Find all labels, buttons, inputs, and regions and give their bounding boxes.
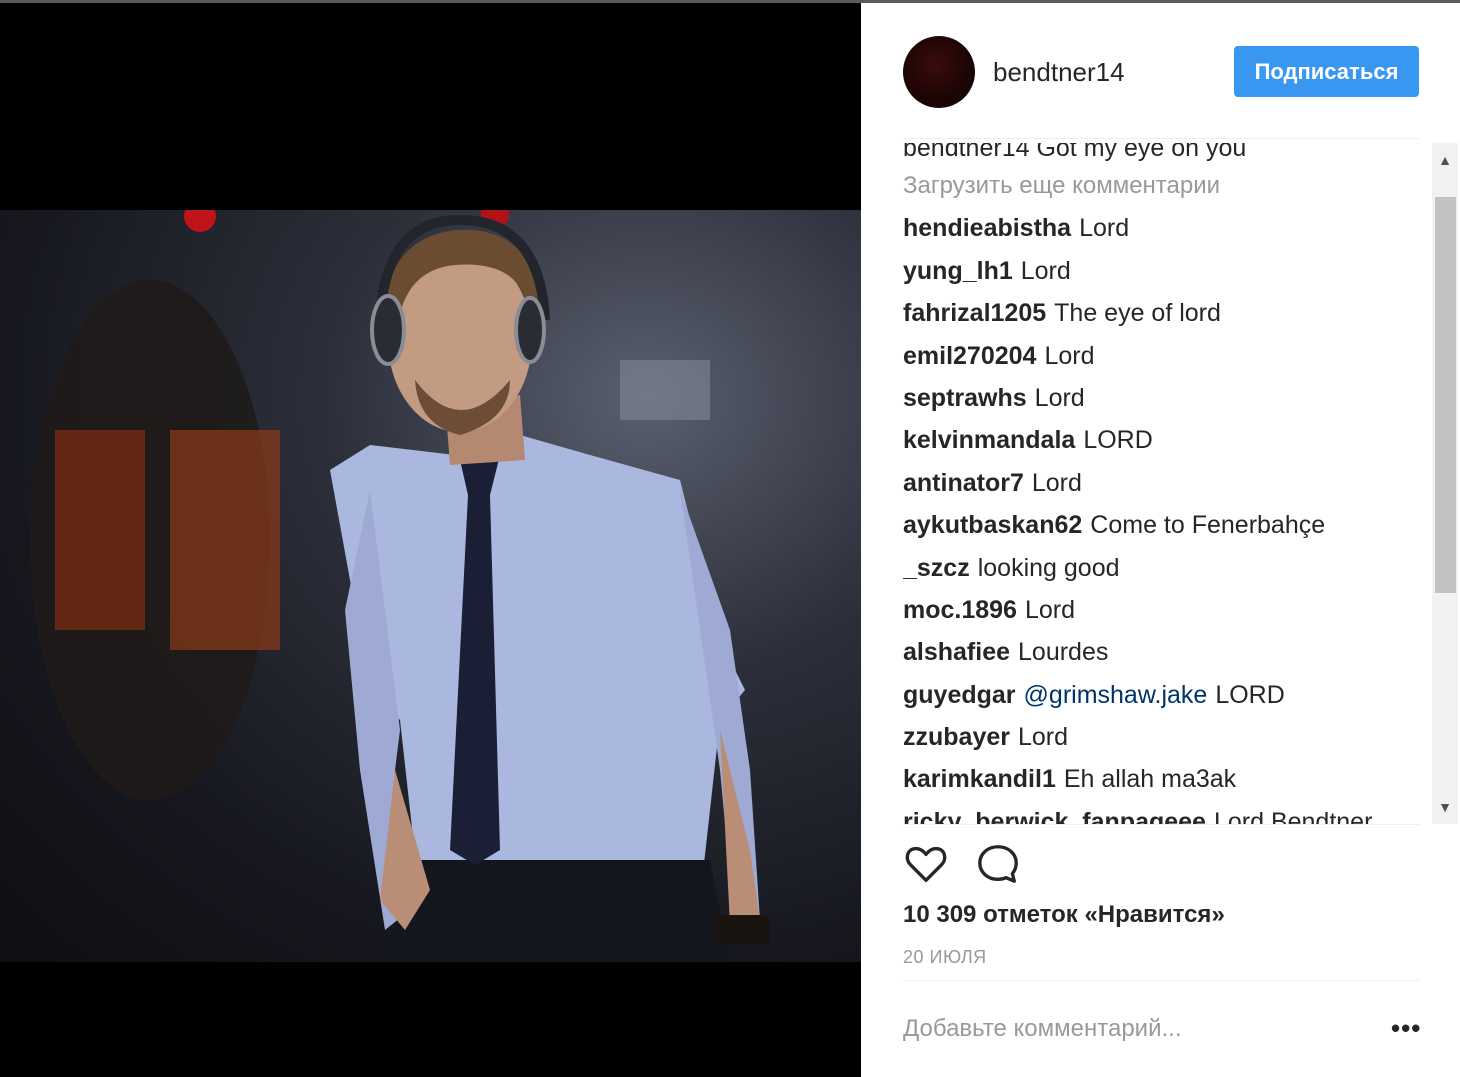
comment-row: zzubayer Lord (903, 716, 1423, 758)
comment-row: moc.1896 Lord (903, 589, 1423, 631)
post-header: bendtner14 Подписаться (861, 3, 1460, 138)
comment-username[interactable]: fahrizal1205 (903, 299, 1046, 327)
comment-text: Lord (1017, 723, 1069, 752)
avatar[interactable] (903, 36, 975, 108)
comment-text: looking good (977, 553, 1120, 582)
comment-text: Lourdes (1018, 638, 1109, 667)
comment-mention-link[interactable]: @grimshaw.jake (1024, 681, 1208, 709)
follow-button[interactable]: Подписаться (1234, 46, 1419, 97)
post-details-panel: bendtner14 Подписаться bendtner14 Got my… (861, 3, 1460, 1077)
comment-text: LORD (1083, 426, 1153, 455)
comment-row: fahrizal1205 The eye of lord (903, 292, 1423, 334)
comment-text: Lord (1031, 468, 1082, 497)
comment-text: Lord (1079, 214, 1130, 243)
comment-row: kelvinmandala LORD (903, 419, 1423, 461)
caption: bendtner14 Got my eye on you (903, 143, 1247, 162)
comment-row: _szcz looking good (903, 547, 1423, 589)
comment-row: alshafiee Lourdes (903, 631, 1423, 673)
comment-row: hendieabistha Lord (903, 207, 1423, 249)
comment-row: yung_lh1 Lord (903, 250, 1423, 292)
arrow-up-icon[interactable]: ▲ (1432, 147, 1458, 173)
comments-divider (903, 824, 1419, 825)
comment-text: Come to Fenerbahçe (1090, 511, 1326, 540)
footer-divider (903, 980, 1419, 981)
comment-username[interactable]: moc.1896 (903, 596, 1017, 624)
comment-username[interactable]: septrawhs (903, 384, 1027, 412)
header-divider (903, 138, 1419, 139)
comment-username[interactable]: _szcz (903, 554, 970, 582)
comments-list[interactable]: bendtner14 Got my eye on you Загрузить е… (861, 143, 1460, 824)
post-media[interactable] (0, 3, 861, 1077)
post-photo[interactable] (0, 210, 861, 962)
comment-row: emil270204 Lord (903, 335, 1423, 377)
comment-row: antinator7 Lord (903, 462, 1423, 504)
comment-row: guyedgar @grimshaw.jake LORD (903, 674, 1423, 716)
comment-bubble-icon[interactable] (975, 841, 1021, 887)
comment-text: The eye of lord (1054, 299, 1221, 328)
add-comment-input[interactable]: Добавьте комментарий... (903, 1015, 1181, 1043)
comment-username[interactable]: karimkandil1 (903, 765, 1056, 793)
post-date[interactable]: 20 ИЮЛЯ (903, 947, 987, 968)
comment-row: aykutbaskan62 Come to Fenerbahçe (903, 504, 1423, 546)
more-options-button[interactable]: ••• (1391, 1013, 1421, 1044)
comment-text: Lord (1024, 595, 1076, 624)
comment-username[interactable]: ricky_berwick_fanpageee (903, 808, 1206, 824)
comment-row: septrawhs Lord (903, 377, 1423, 419)
comment-text: Eh allah ma3ak (1063, 765, 1237, 794)
comment-username[interactable]: hendieabistha (903, 214, 1071, 242)
arrow-down-icon[interactable]: ▼ (1432, 794, 1458, 820)
scrollbar-thumb[interactable] (1435, 197, 1456, 593)
comment-text: LORD (1215, 680, 1285, 709)
comment-text: Lord (1034, 383, 1085, 412)
comment-username[interactable]: emil270204 (903, 342, 1036, 370)
comment-text: Lord (1044, 341, 1095, 370)
comment-username[interactable]: guyedgar (903, 681, 1016, 709)
heart-icon[interactable] (903, 841, 949, 887)
comment-username[interactable]: zzubayer (903, 723, 1010, 751)
comment-username[interactable]: aykutbaskan62 (903, 511, 1082, 539)
comment-username[interactable]: kelvinmandala (903, 426, 1075, 454)
comment-text: Lord (1020, 256, 1071, 285)
likes-count[interactable]: 10 309 отметок «Нравится» (903, 901, 1225, 929)
load-more-comments-link[interactable]: Загрузить еще комментарии (903, 165, 1423, 207)
comment-row: karimkandil1 Eh allah ma3ak (903, 758, 1423, 800)
comment-row: ricky_berwick_fanpageee Lord Bendtner (903, 801, 1423, 824)
comments-scrollbar[interactable]: ▲ ▼ (1432, 143, 1458, 824)
photo-illustration (30, 210, 770, 962)
comment-text: Lord Bendtner (1213, 807, 1373, 824)
comment-username[interactable]: alshafiee (903, 638, 1010, 666)
comment-username[interactable]: yung_lh1 (903, 257, 1013, 285)
post-author-username[interactable]: bendtner14 (993, 57, 1125, 88)
comment-username[interactable]: antinator7 (903, 469, 1024, 497)
